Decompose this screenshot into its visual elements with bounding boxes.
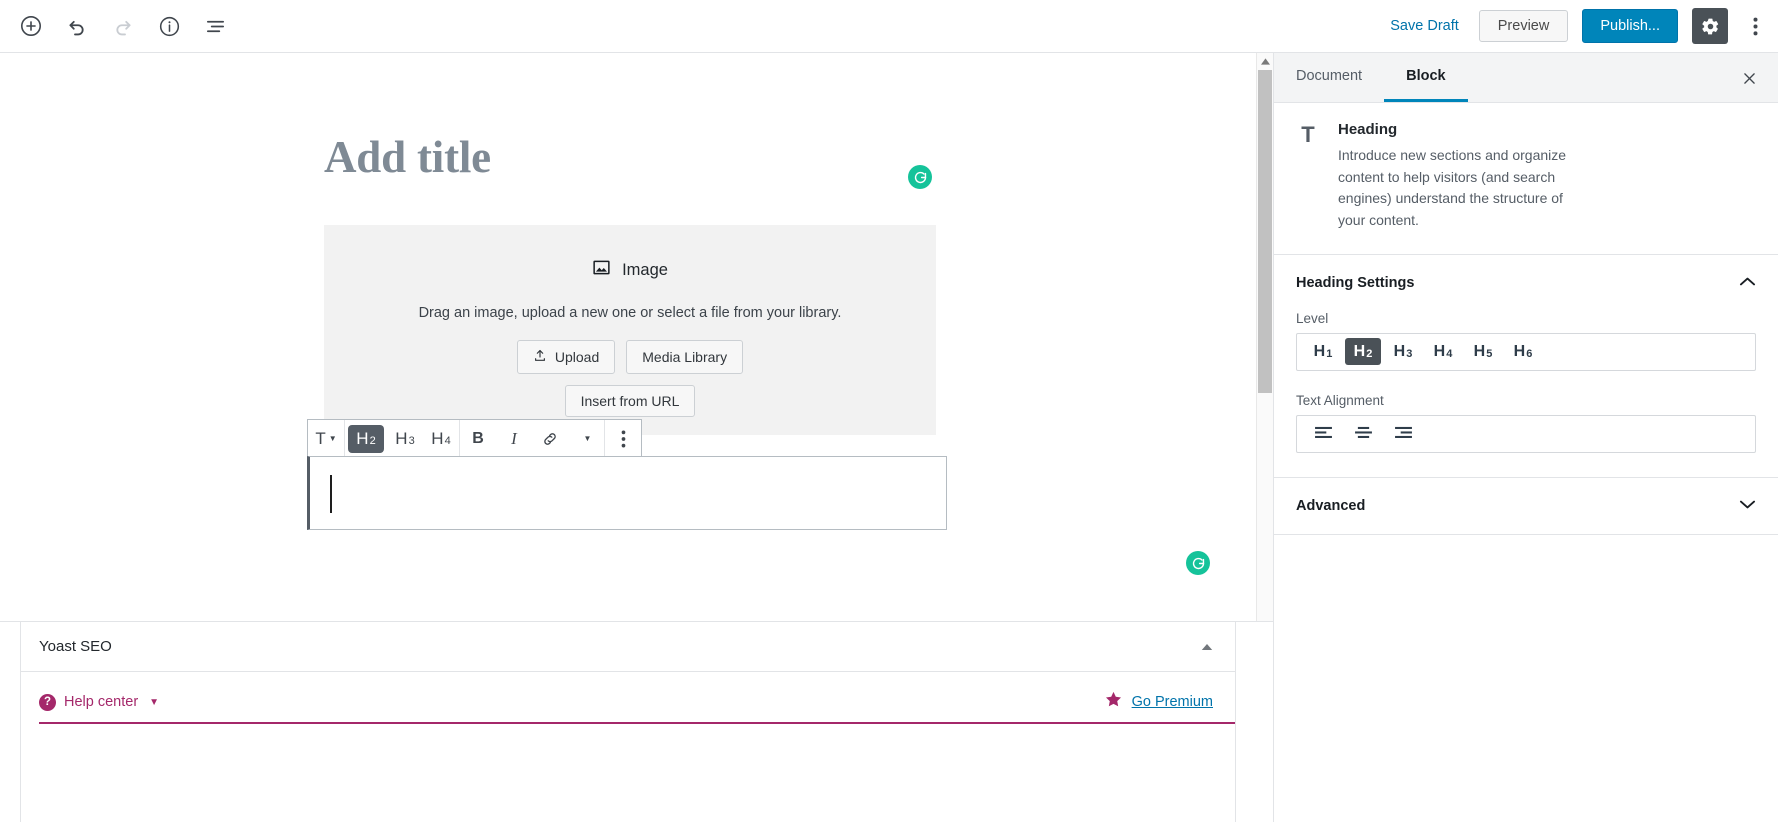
block-type-group: T ▼ (308, 420, 345, 457)
italic-button[interactable]: I (496, 421, 532, 457)
tab-document[interactable]: Document (1274, 53, 1384, 102)
more-vertical-icon[interactable] (1742, 8, 1768, 44)
block-type-switcher-button[interactable]: T ▼ (308, 421, 344, 457)
yoast-seo-panel: Yoast SEO ? Help center ▼ Go Premium (20, 621, 1236, 822)
top-bar-right-actions: Save Draft Preview Publish... (1384, 8, 1778, 44)
preview-button[interactable]: Preview (1478, 10, 1569, 42)
image-block-description: Drag an image, upload a new one or selec… (418, 305, 842, 321)
upload-button-label: Upload (554, 349, 600, 365)
level-h1-button[interactable]: H1 (1305, 338, 1341, 365)
add-block-icon[interactable] (10, 5, 52, 47)
link-icon[interactable] (532, 421, 568, 457)
bold-button[interactable]: B (460, 421, 496, 457)
image-block-placeholder[interactable]: Image Drag an image, upload a new one or… (324, 225, 936, 435)
block-options-group (605, 420, 641, 457)
toolbar-h2-button[interactable]: H2 (348, 424, 384, 453)
grammarly-badge-top[interactable] (908, 165, 932, 189)
block-type-label: T (315, 428, 326, 448)
caret-up-icon[interactable] (1201, 639, 1213, 654)
level-h2-button[interactable]: H2 (1345, 338, 1381, 366)
publish-button[interactable]: Publish... (1582, 9, 1678, 43)
grammarly-badge-bottom[interactable] (1186, 551, 1210, 575)
gear-icon[interactable] (1692, 8, 1728, 44)
settings-sidebar: Document Block T Heading Introduce new s… (1273, 53, 1778, 822)
image-block-label: Image (622, 260, 668, 279)
chevron-down-icon: ▼ (328, 434, 337, 443)
gutenberg-editor: Save Draft Preview Publish... Add title (0, 0, 1778, 822)
advanced-panel: Advanced (1274, 478, 1778, 535)
upload-button[interactable]: Upload (516, 340, 616, 374)
toolbar-h4-button[interactable]: H4 (423, 421, 459, 457)
editor-scrollbar[interactable] (1256, 53, 1273, 621)
image-block-header: Image (592, 258, 668, 282)
heading-block-editable[interactable] (307, 456, 947, 530)
heading-settings-header[interactable]: Heading Settings (1274, 255, 1778, 311)
toolbar-h3-button[interactable]: H3 (387, 421, 423, 457)
insert-from-url-button[interactable]: Insert from URL (564, 385, 696, 417)
sidebar-tabs: Document Block (1274, 53, 1778, 103)
heading-level-selector: H1 H2 H3 H4 H5 H6 (1296, 332, 1756, 371)
level-h6-button[interactable]: H6 (1505, 338, 1541, 365)
chevron-up-icon (1739, 274, 1756, 292)
question-mark-icon: ? (39, 693, 56, 711)
align-center-icon[interactable] (1345, 420, 1381, 447)
heading-level-group: H2 H3 H4 (345, 420, 460, 457)
level-h4-button[interactable]: H4 (1425, 338, 1461, 365)
yoast-panel-body: ? Help center ▼ Go Premium (21, 672, 1235, 714)
go-premium-group[interactable]: Go Premium (1104, 690, 1213, 714)
level-h5-button[interactable]: H5 (1465, 338, 1501, 365)
align-right-icon[interactable] (1385, 420, 1421, 447)
tab-block[interactable]: Block (1384, 53, 1468, 102)
image-icon (592, 258, 611, 282)
heading-settings-panel: Heading Settings Level H1 H2 H3 H4 H5 H6 (1274, 255, 1778, 478)
save-draft-button[interactable]: Save Draft (1384, 12, 1465, 40)
redo-icon[interactable] (102, 5, 144, 47)
heading-block-icon: T (1301, 122, 1315, 147)
chevron-down-icon: ▼ (149, 696, 160, 708)
block-info-card: T Heading Introduce new sections and org… (1274, 103, 1778, 255)
level-h3-button[interactable]: H3 (1385, 338, 1421, 365)
block-more-options-icon[interactable] (605, 421, 641, 457)
undo-icon[interactable] (56, 5, 98, 47)
yoast-panel-header[interactable]: Yoast SEO (21, 622, 1235, 672)
block-navigation-icon[interactable] (194, 5, 236, 47)
scrollbar-thumb[interactable] (1258, 70, 1272, 393)
yoast-accent-underline (39, 722, 1235, 724)
editor-canvas: Add title Image Drag an image, upload a … (0, 53, 1256, 621)
block-card-description: Introduce new sections and organize cont… (1338, 147, 1567, 229)
block-card-title: Heading (1338, 121, 1398, 138)
text-caret (330, 475, 332, 513)
upload-icon (533, 348, 547, 366)
post-title-input[interactable]: Add title (324, 131, 491, 183)
align-left-icon[interactable] (1305, 420, 1341, 447)
editor-top-bar: Save Draft Preview Publish... (0, 0, 1778, 53)
rich-text-more-icon[interactable]: ▼ (568, 421, 604, 457)
chevron-down-icon (1739, 497, 1756, 515)
top-bar-left-tools (0, 5, 236, 47)
advanced-panel-header[interactable]: Advanced (1274, 478, 1778, 534)
help-center-label: Help center (64, 694, 139, 710)
scroll-up-icon[interactable] (1257, 53, 1273, 69)
info-icon[interactable] (148, 5, 190, 47)
text-alignment-selector (1296, 414, 1756, 453)
block-toolbar: T ▼ H2 H3 H4 B I ▼ (307, 419, 642, 457)
alignment-field-label: Text Alignment (1296, 392, 1384, 408)
yoast-panel-title: Yoast SEO (39, 638, 112, 655)
heading-settings-title: Heading Settings (1296, 274, 1415, 291)
heading-settings-body: Level H1 H2 H3 H4 H5 H6 Text Alignment (1274, 311, 1778, 477)
go-premium-link[interactable]: Go Premium (1132, 694, 1213, 710)
advanced-panel-title: Advanced (1296, 497, 1366, 514)
close-icon[interactable] (1732, 61, 1766, 95)
level-field-label: Level (1296, 310, 1329, 326)
help-center-button[interactable]: ? Help center ▼ (39, 693, 160, 711)
media-library-button[interactable]: Media Library (626, 340, 744, 374)
rich-text-group: B I ▼ (460, 420, 605, 457)
image-block-actions: Upload Media Library (516, 340, 744, 374)
star-icon (1104, 690, 1123, 714)
